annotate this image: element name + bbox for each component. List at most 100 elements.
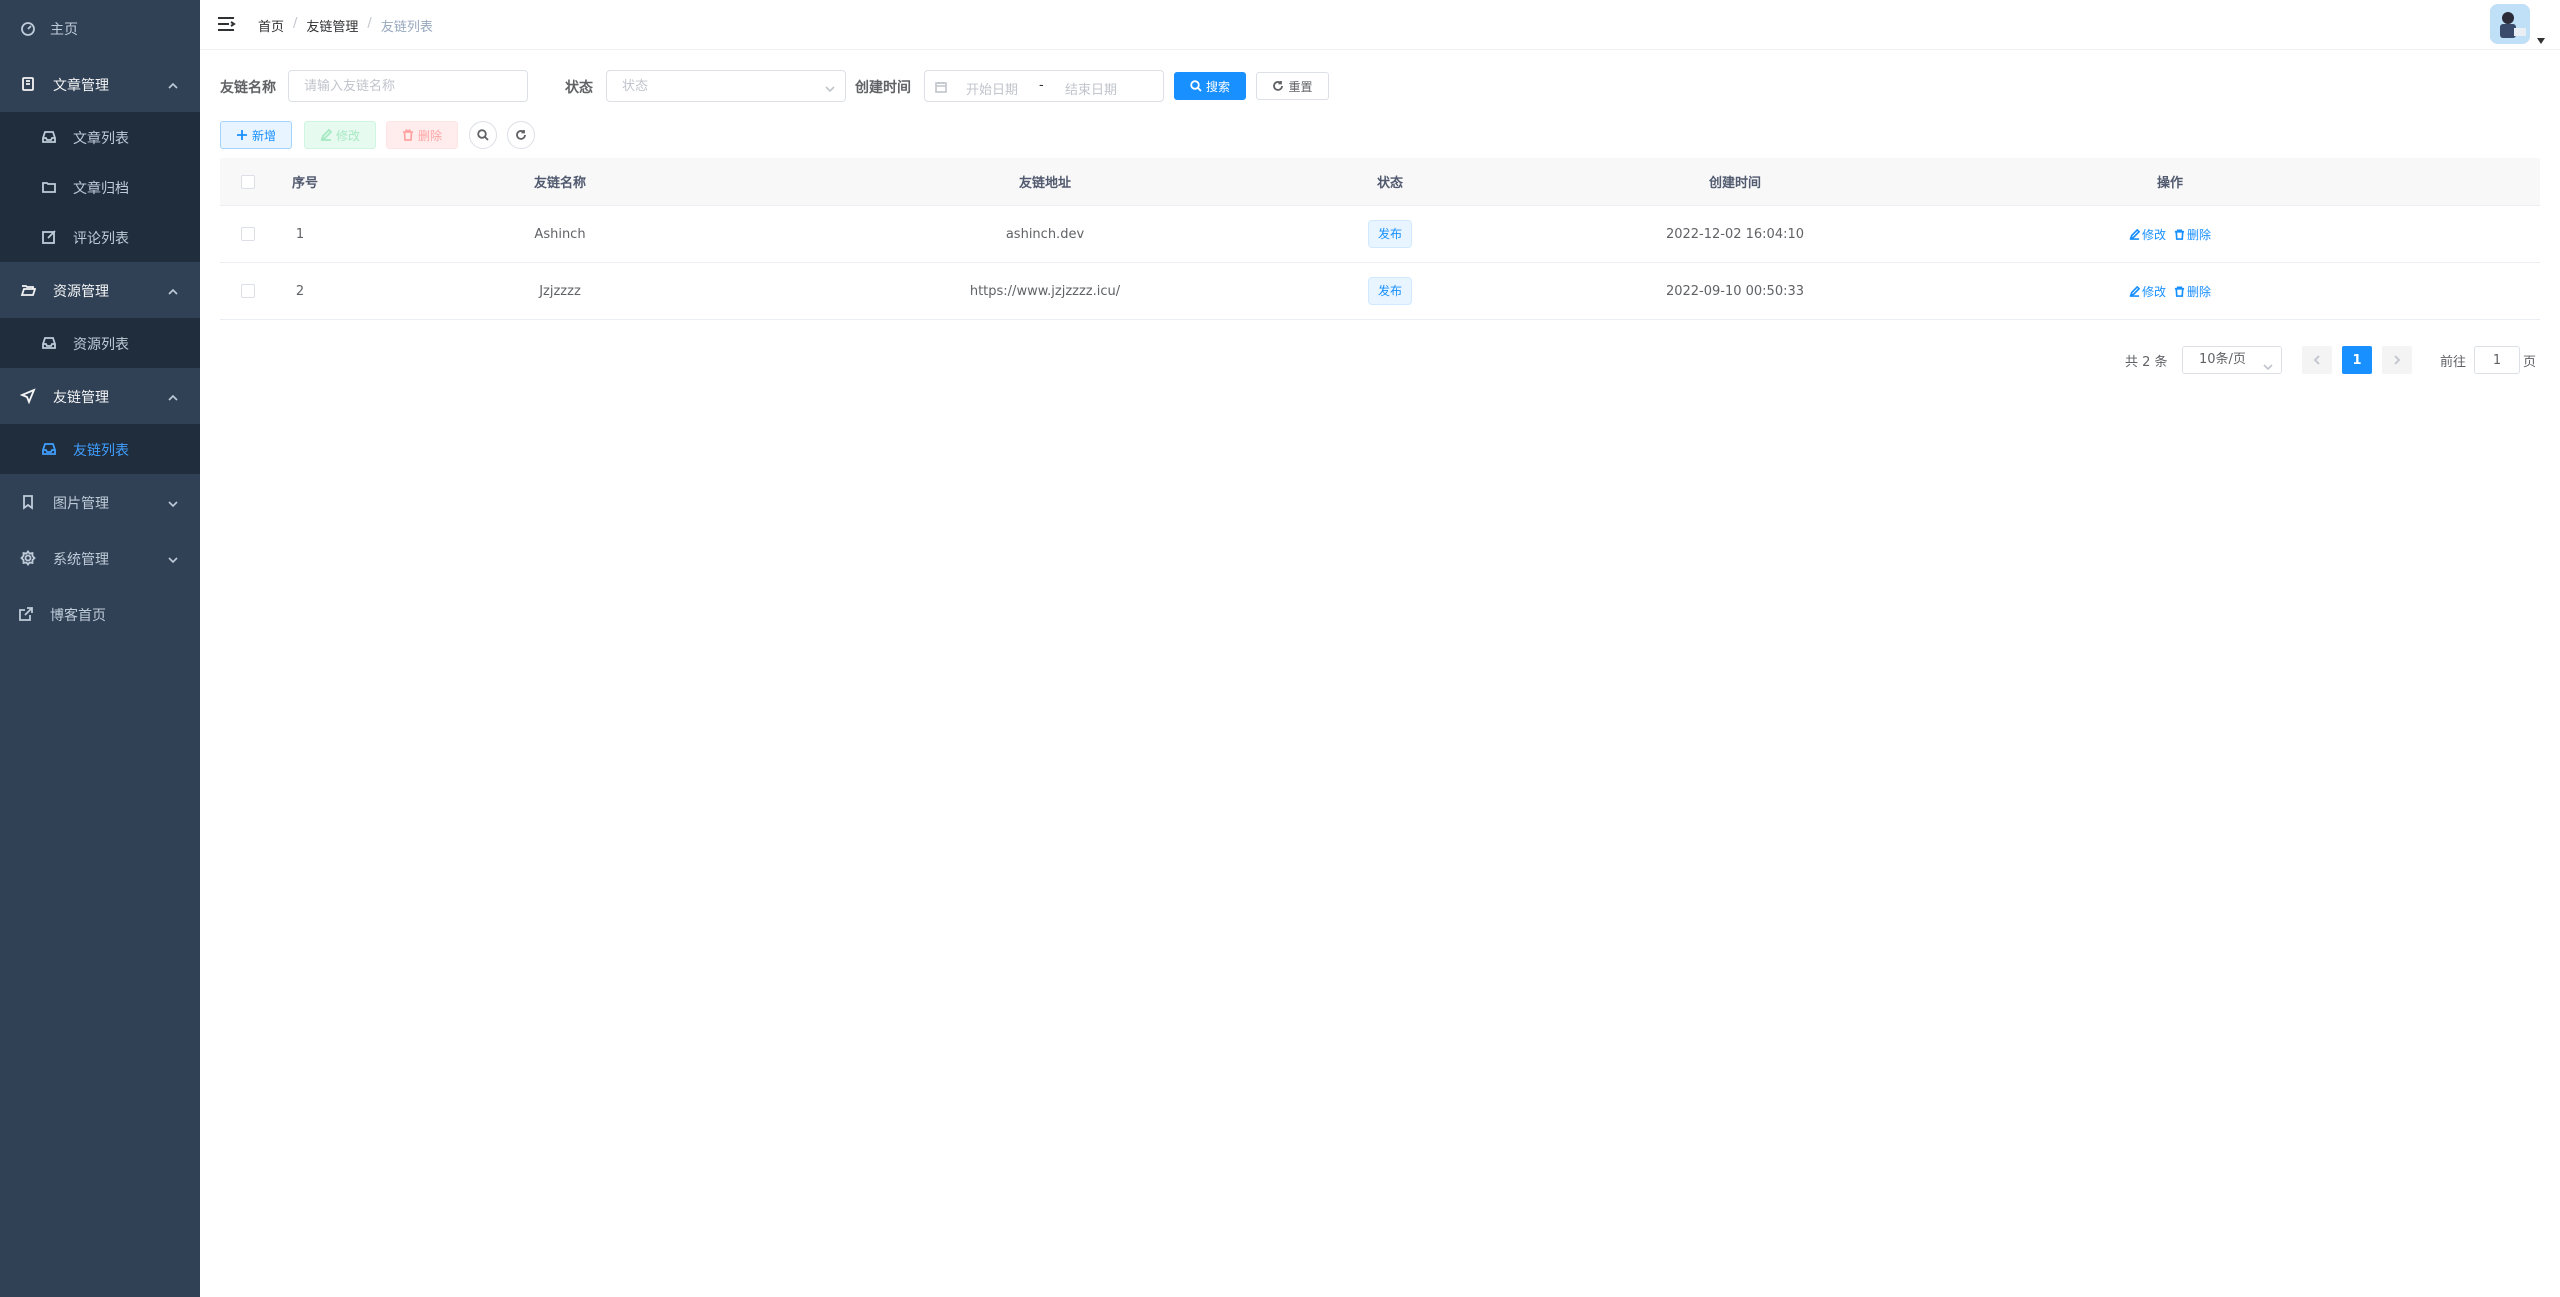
avatar[interactable] xyxy=(2490,4,2530,44)
inbox-icon xyxy=(41,441,57,457)
table-row: 1 Ashinch ashinch.dev 发布 2022-12-02 16:0… xyxy=(220,206,2540,263)
name-input-wrapper xyxy=(288,70,528,102)
edit-icon xyxy=(41,229,57,245)
sidebar-item-resource-list[interactable]: 资源列表 xyxy=(0,318,200,368)
external-link-icon xyxy=(18,606,34,622)
delete-button[interactable]: 删除 xyxy=(386,121,458,149)
breadcrumb-home[interactable]: 首页 xyxy=(258,16,284,35)
date-separator: - xyxy=(1039,78,1044,93)
row-edit-link[interactable]: 修改 xyxy=(2129,283,2166,300)
page-number-current[interactable]: 1 xyxy=(2342,346,2372,374)
row-checkbox[interactable] xyxy=(240,227,255,241)
column-header-status: 状态 xyxy=(1376,176,1403,191)
goto-prefix: 前往 xyxy=(2440,355,2467,370)
column-header-url: 友链地址 xyxy=(1018,176,1071,191)
next-page-button[interactable] xyxy=(2382,346,2412,374)
cell-created: 2022-09-10 00:50:33 xyxy=(1665,283,1805,299)
table-header: 序号 友链名称 友链地址 状态 创建时间 操作 xyxy=(220,158,2540,206)
breadcrumb-friendlink-mgmt[interactable]: 友链管理 xyxy=(306,16,358,35)
hamburger-icon[interactable] xyxy=(216,14,236,34)
folder-open-icon xyxy=(20,282,36,298)
plus-icon xyxy=(236,130,247,140)
trash-icon xyxy=(402,129,413,141)
goto-input-wrapper xyxy=(2474,346,2520,374)
chevron-down-icon xyxy=(825,82,835,93)
toggle-search-button[interactable] xyxy=(469,121,497,149)
row-checkbox[interactable] xyxy=(240,284,255,298)
breadcrumb-separator: / xyxy=(293,16,298,31)
cell-index: 2 xyxy=(295,283,305,299)
trash-icon xyxy=(2174,286,2185,297)
select-all-checkbox[interactable] xyxy=(240,174,255,189)
sidebar-item-article-list[interactable]: 文章列表 xyxy=(0,112,200,162)
navbar: 首页 / 友链管理 / 友链列表 xyxy=(200,0,2560,50)
name-label: 友链名称 xyxy=(220,80,276,96)
chevron-up-icon xyxy=(168,391,178,401)
dashboard-icon xyxy=(20,20,36,36)
status-label: 状态 xyxy=(565,80,593,96)
row-delete-link[interactable]: 删除 xyxy=(2174,283,2211,300)
breadcrumb-current: 友链列表 xyxy=(380,20,433,35)
search-icon xyxy=(1190,80,1202,92)
edit-icon xyxy=(2129,285,2140,297)
sidebar-item-home[interactable]: 主页 xyxy=(0,0,200,56)
bookmark-icon xyxy=(20,494,36,510)
calendar-icon xyxy=(935,81,947,93)
name-input[interactable] xyxy=(289,71,527,101)
page-size-select[interactable]: 10条/页 xyxy=(2182,346,2282,374)
row-edit-link[interactable]: 修改 xyxy=(2129,226,2166,243)
refresh-icon xyxy=(516,130,526,140)
edit-icon xyxy=(320,129,332,141)
search-button[interactable]: 搜索 xyxy=(1174,72,1246,100)
refresh-icon xyxy=(1273,81,1284,91)
chevron-right-icon xyxy=(2394,355,2401,365)
sidebar-item-article-mgmt[interactable]: 文章管理 xyxy=(0,56,200,112)
chevron-down-icon xyxy=(168,497,178,508)
document-icon xyxy=(20,76,36,92)
sidebar-item-article-archive[interactable]: 文章归档 xyxy=(0,162,200,212)
table-row: 2 Jzjzzzz https://www.jzjzzzz.icu/ 发布 20… xyxy=(220,263,2540,320)
sidebar-item-friendlink-mgmt[interactable]: 友链管理 xyxy=(0,368,200,424)
status-select-input[interactable] xyxy=(607,71,845,101)
refresh-button[interactable] xyxy=(507,121,535,149)
cell-url: ashinch.dev xyxy=(1005,226,1085,242)
row-delete-link[interactable]: 删除 xyxy=(2174,226,2211,243)
breadcrumb-separator: / xyxy=(367,16,372,31)
caret-down-icon[interactable] xyxy=(2537,32,2545,44)
reset-button[interactable]: 重置 xyxy=(1256,72,1329,100)
chevron-left-icon xyxy=(2313,355,2320,365)
column-header-name: 友链名称 xyxy=(533,176,586,191)
sidebar-item-system-mgmt[interactable]: 系统管理 xyxy=(0,530,200,586)
cell-index: 1 xyxy=(295,226,305,242)
cell-created: 2022-12-02 16:04:10 xyxy=(1665,226,1805,242)
pagination-total: 共 2 条 xyxy=(2125,355,2168,370)
edit-button[interactable]: 修改 xyxy=(304,121,376,149)
prev-page-button[interactable] xyxy=(2302,346,2332,374)
chevron-down-icon xyxy=(168,553,178,564)
cell-url: https://www.jzjzzzz.icu/ xyxy=(969,283,1121,299)
gear-icon xyxy=(20,550,36,566)
inbox-icon xyxy=(41,335,57,351)
end-date-placeholder[interactable]: 结束日期 xyxy=(1065,79,1117,98)
sidebar-item-friendlink-list[interactable]: 友链列表 xyxy=(0,424,200,474)
status-badge: 发布 xyxy=(1367,277,1412,305)
goto-suffix: 页 xyxy=(2523,355,2537,370)
status-badge: 发布 xyxy=(1367,220,1412,248)
sidebar-item-comment-list[interactable]: 评论列表 xyxy=(0,212,200,262)
chevron-up-icon xyxy=(168,79,178,89)
trash-icon xyxy=(2174,229,2185,240)
folder-icon xyxy=(41,179,57,195)
chevron-down-icon xyxy=(2263,356,2273,371)
breadcrumb: 首页 / 友链管理 / 友链列表 xyxy=(258,16,433,35)
column-header-actions: 操作 xyxy=(2156,176,2183,191)
sidebar-item-image-mgmt[interactable]: 图片管理 xyxy=(0,474,200,530)
sidebar-item-resource-mgmt[interactable]: 资源管理 xyxy=(0,262,200,318)
created-label: 创建时间 xyxy=(855,80,911,96)
date-range-picker[interactable]: 开始日期 - 结束日期 xyxy=(924,70,1164,102)
status-select[interactable] xyxy=(606,70,846,102)
goto-page-input[interactable] xyxy=(2475,347,2519,373)
sidebar-item-blog-home[interactable]: 博客首页 xyxy=(0,586,200,642)
start-date-placeholder[interactable]: 开始日期 xyxy=(966,79,1018,98)
column-header-index: 序号 xyxy=(291,176,318,191)
add-button[interactable]: 新增 xyxy=(220,121,292,149)
